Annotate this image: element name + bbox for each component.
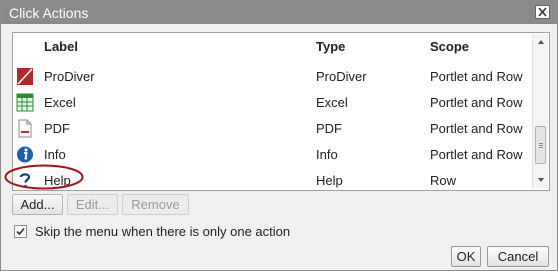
grip-line <box>539 147 543 148</box>
remove-button[interactable]: Remove <box>122 194 189 215</box>
pdf-icon <box>18 119 32 138</box>
table-row[interactable]: ProDiver ProDiver Portlet and Row <box>13 64 531 90</box>
row-scope: Portlet and Row <box>430 121 523 136</box>
row-type: PDF <box>316 121 342 136</box>
vertical-scrollbar[interactable] <box>532 34 548 188</box>
grip-line <box>539 145 543 146</box>
skip-menu-label: Skip the menu when there is only one act… <box>35 224 291 239</box>
row-scope: Portlet and Row <box>430 95 523 110</box>
row-label: Help <box>44 173 71 188</box>
help-icon <box>19 173 31 188</box>
table-row[interactable]: Help Help Row <box>13 168 531 190</box>
scroll-up-arrow-icon[interactable] <box>535 36 547 48</box>
row-scope: Portlet and Row <box>430 69 523 84</box>
row-scope: Portlet and Row <box>430 147 523 162</box>
click-actions-dialog: Click Actions Label Type Scope ProDiver … <box>0 0 558 271</box>
title-bar: Click Actions <box>1 1 557 24</box>
row-type: ProDiver <box>316 69 367 84</box>
row-type: Help <box>316 173 343 188</box>
dialog-title: Click Actions <box>9 5 89 21</box>
excel-icon <box>16 93 34 112</box>
close-icon <box>538 7 547 17</box>
row-label: PDF <box>44 121 70 136</box>
row-type: Info <box>316 147 338 162</box>
table-row[interactable]: Info Info Portlet and Row <box>13 142 531 168</box>
row-type: Excel <box>316 95 348 110</box>
scroll-down-arrow-icon[interactable] <box>535 174 547 186</box>
actions-list: Label Type Scope ProDiver ProDiver Portl… <box>12 32 550 191</box>
scroll-thumb[interactable] <box>535 126 546 164</box>
close-button[interactable] <box>535 5 550 19</box>
skip-menu-checkbox[interactable] <box>14 225 27 238</box>
row-label: Excel <box>44 95 76 110</box>
column-header-label[interactable]: Label <box>44 39 78 54</box>
prodiver-icon <box>17 68 33 85</box>
info-icon <box>17 146 33 163</box>
edit-button[interactable]: Edit... <box>67 194 118 215</box>
table-row[interactable]: Excel Excel Portlet and Row <box>13 90 531 116</box>
cancel-button[interactable]: Cancel <box>487 246 549 267</box>
table-row[interactable]: PDF PDF Portlet and Row <box>13 116 531 142</box>
column-header-type[interactable]: Type <box>316 39 345 54</box>
column-header-scope[interactable]: Scope <box>430 39 469 54</box>
table-body: ProDiver ProDiver Portlet and Row Excel … <box>13 59 531 190</box>
row-label: ProDiver <box>44 69 95 84</box>
ok-button[interactable]: OK <box>451 246 481 267</box>
table-header: Label Type Scope <box>13 33 531 59</box>
row-label: Info <box>44 147 66 162</box>
checkmark-icon <box>16 227 25 236</box>
row-scope: Row <box>430 173 457 188</box>
grip-line <box>539 143 543 144</box>
add-button[interactable]: Add... <box>12 194 63 215</box>
